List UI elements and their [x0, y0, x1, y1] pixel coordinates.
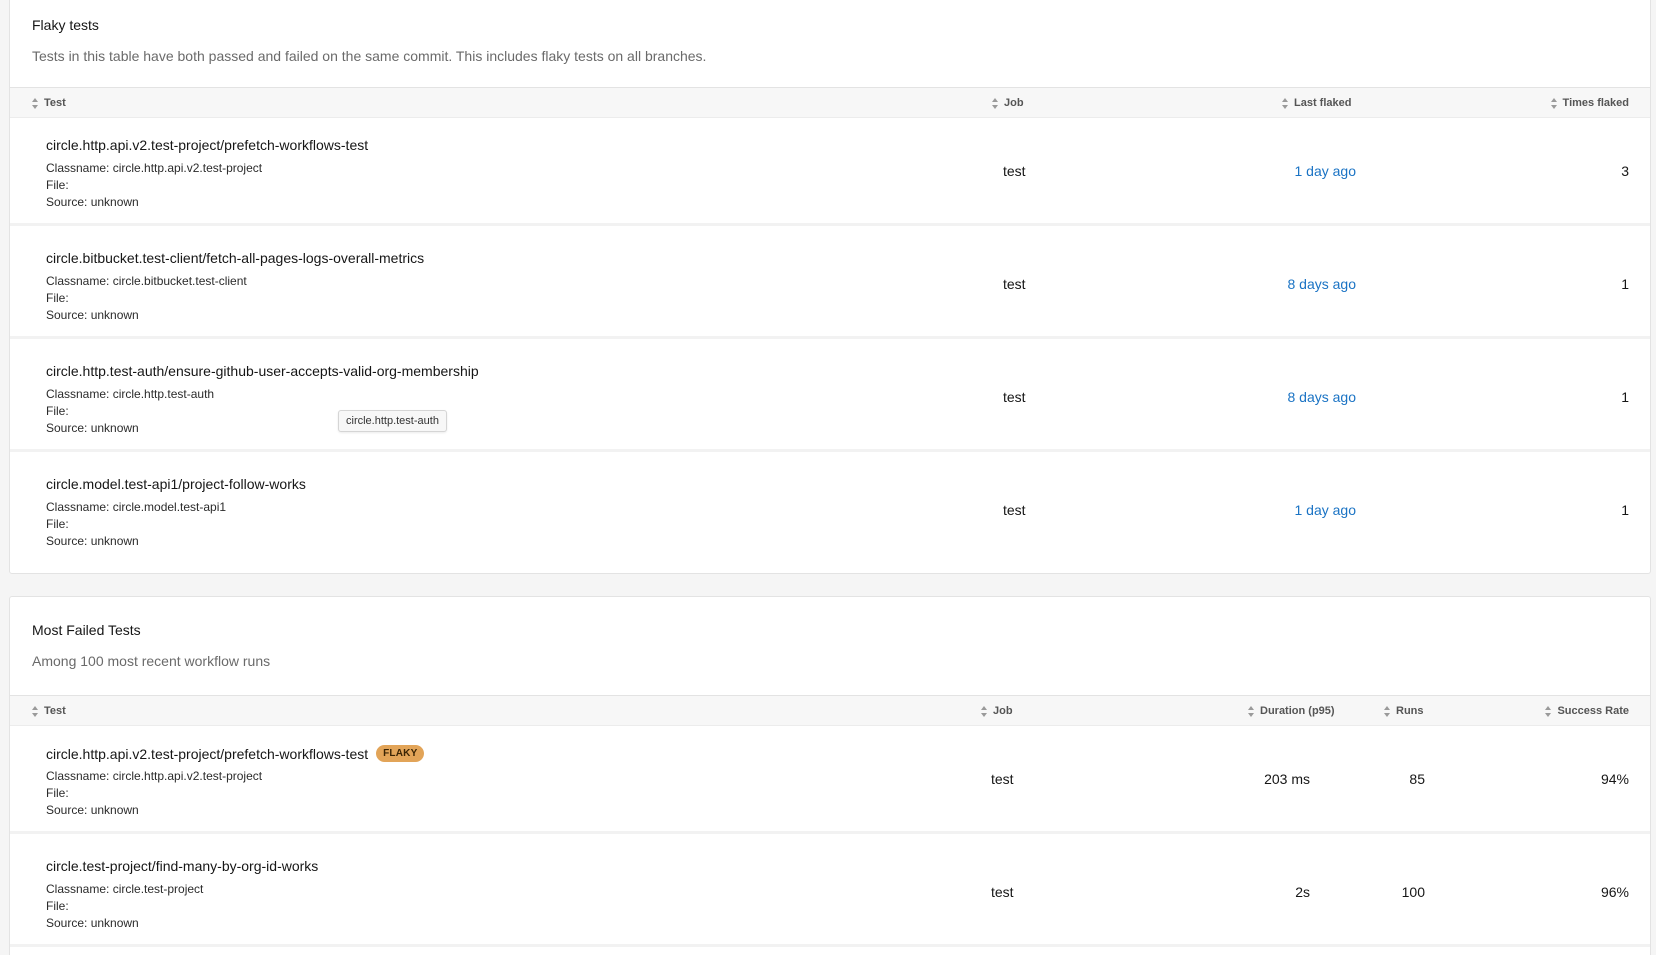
- sort-icon: [32, 97, 39, 109]
- test-classname: Classname: circle.test-project: [46, 882, 204, 896]
- test-name-wrapper[interactable]: circle.http.api.v2.test-project/prefetch…: [46, 745, 425, 762]
- test-source: Source: unknown: [46, 916, 139, 930]
- sort-icon: [1550, 97, 1558, 109]
- failed-table-header: Test Job Duration (p95) Runs Success Rat…: [10, 695, 1650, 726]
- job-cell: test: [991, 884, 1014, 900]
- flaky-badge: FLAKY: [376, 745, 425, 762]
- times-flaked-cell: 3: [1621, 163, 1629, 179]
- column-header-job[interactable]: Job: [992, 97, 1024, 109]
- job-cell: test: [1003, 163, 1026, 179]
- test-classname: Classname: circle.http.test-auth: [46, 387, 215, 401]
- test-name[interactable]: circle.http.api.v2.test-project/prefetch…: [46, 137, 368, 153]
- last-flaked-link[interactable]: 8 days ago: [1288, 276, 1357, 292]
- test-source: Source: unknown: [46, 308, 139, 322]
- flaky-table-row[interactable]: circle.http.test-auth/ensure-github-user…: [10, 344, 1650, 452]
- column-header-test[interactable]: Test: [32, 705, 66, 717]
- test-name[interactable]: circle.http.test-auth/ensure-github-user…: [46, 363, 479, 379]
- test-source: Source: unknown: [46, 421, 139, 435]
- flaky-table-row[interactable]: circle.bitbucket.test-client/fetch-all-p…: [10, 231, 1650, 339]
- test-classname: Classname: circle.http.api.v2.test-proje…: [46, 161, 263, 175]
- test-source: Source: unknown: [46, 803, 139, 817]
- test-source: Source: unknown: [46, 195, 139, 209]
- test-classname: Classname: circle.bitbucket.test-client: [46, 274, 247, 288]
- flaky-tests-description: Tests in this table have both passed and…: [32, 48, 707, 64]
- test-name[interactable]: circle.model.test-api1/project-follow-wo…: [46, 476, 306, 492]
- column-header-duration[interactable]: Duration (p95): [1248, 705, 1335, 717]
- job-cell: test: [1003, 502, 1026, 518]
- sort-icon: [1384, 705, 1391, 717]
- job-cell: test: [991, 771, 1014, 787]
- column-header-runs[interactable]: Runs: [1384, 705, 1424, 717]
- times-flaked-cell: 1: [1621, 389, 1629, 405]
- flaky-table-row[interactable]: circle.model.test-api1/project-follow-wo…: [10, 457, 1650, 565]
- job-cell: test: [1003, 276, 1026, 292]
- test-name[interactable]: circle.bitbucket.test-client/fetch-all-p…: [46, 250, 424, 266]
- test-file: File:: [46, 899, 69, 913]
- flaky-table-header: Test Job Last flaked Times flaked: [10, 87, 1650, 118]
- sort-icon: [992, 97, 999, 109]
- last-flaked-link[interactable]: 1 day ago: [1295, 502, 1357, 518]
- times-flaked-cell: 1: [1621, 502, 1629, 518]
- sort-icon: [1282, 97, 1289, 109]
- test-file: File:: [46, 178, 69, 192]
- sort-icon: [1545, 705, 1552, 717]
- test-source: Source: unknown: [46, 534, 139, 548]
- sort-icon: [32, 705, 39, 717]
- runs-cell: 85: [1409, 771, 1425, 787]
- sort-icon: [1248, 705, 1255, 717]
- classname-tooltip: circle.http.test-auth: [338, 410, 447, 432]
- flaky-table-row[interactable]: circle.http.api.v2.test-project/prefetch…: [10, 118, 1650, 226]
- flaky-tests-title: Flaky tests: [32, 17, 99, 33]
- test-file: File:: [46, 517, 69, 531]
- flaky-tests-card: Flaky tests Tests in this table have bot…: [9, 0, 1651, 574]
- job-cell: test: [1003, 389, 1026, 405]
- test-name[interactable]: circle.test-project/find-many-by-org-id-…: [46, 858, 318, 874]
- column-header-times-flaked[interactable]: Times flaked: [1550, 97, 1629, 109]
- failed-table-row[interactable]: circle.http.api.v2.test-project/prefetch…: [10, 726, 1650, 834]
- test-name-wrapper[interactable]: circle.test-project/find-many-by-org-id-…: [46, 858, 318, 874]
- sort-icon: [981, 705, 988, 717]
- last-flaked-link[interactable]: 1 day ago: [1295, 163, 1357, 179]
- column-header-success-rate[interactable]: Success Rate: [1545, 705, 1629, 717]
- most-failed-tests-description: Among 100 most recent workflow runs: [32, 653, 271, 669]
- test-name[interactable]: circle.http.api.v2.test-project/prefetch…: [46, 746, 368, 762]
- failed-table-row[interactable]: circle.test-project/find-many-by-org-id-…: [10, 839, 1650, 947]
- most-failed-tests-card: Most Failed Tests Among 100 most recent …: [9, 596, 1651, 955]
- duration-cell: 2s: [1295, 884, 1310, 900]
- test-file: File:: [46, 291, 69, 305]
- test-file: File:: [46, 786, 69, 800]
- runs-cell: 100: [1401, 884, 1425, 900]
- column-header-job[interactable]: Job: [981, 705, 1013, 717]
- test-classname: Classname: circle.http.api.v2.test-proje…: [46, 769, 263, 783]
- most-failed-tests-title: Most Failed Tests: [32, 622, 141, 638]
- duration-cell: 203 ms: [1264, 771, 1310, 787]
- column-header-test[interactable]: Test: [32, 97, 66, 109]
- last-flaked-link[interactable]: 8 days ago: [1288, 389, 1357, 405]
- column-header-last-flaked[interactable]: Last flaked: [1282, 97, 1351, 109]
- success-rate-cell: 94%: [1600, 771, 1629, 787]
- success-rate-cell: 96%: [1600, 884, 1629, 900]
- times-flaked-cell: 1: [1621, 276, 1629, 292]
- test-classname: Classname: circle.model.test-api1: [46, 500, 227, 514]
- test-file: File:: [46, 404, 69, 418]
